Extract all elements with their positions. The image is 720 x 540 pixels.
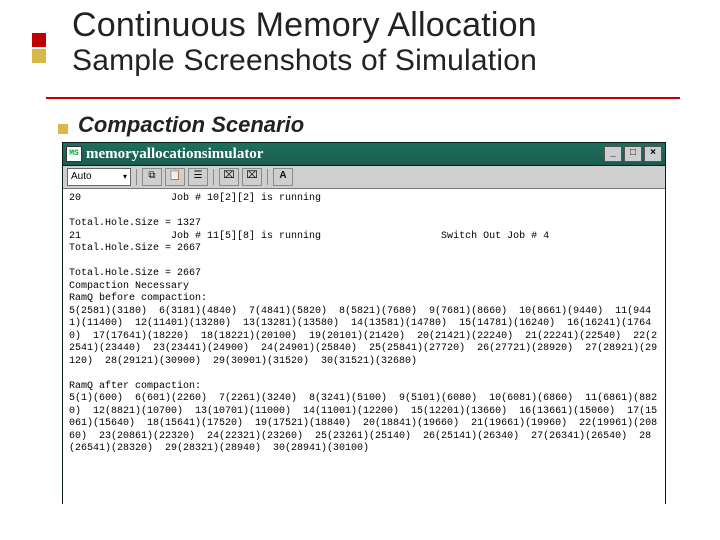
slide: Continuous Memory Allocation Sample Scre… xyxy=(0,0,720,540)
view2-icon[interactable]: ⌧ xyxy=(242,168,262,186)
window-title: memoryallocationsimulator xyxy=(86,146,600,163)
title-main: Continuous Memory Allocation xyxy=(72,6,692,44)
view1-icon[interactable]: ⌧ xyxy=(219,168,239,186)
title-rule xyxy=(46,97,680,99)
title-sub: Sample Screenshots of Simulation xyxy=(72,44,692,78)
simulator-window: MS memoryallocationsimulator _ □ × Auto … xyxy=(62,142,666,504)
minimize-button[interactable]: _ xyxy=(604,146,622,162)
font-icon[interactable]: A xyxy=(273,168,293,186)
combo-value: Auto xyxy=(71,169,92,185)
bullet-square xyxy=(58,124,68,134)
app-icon: MS xyxy=(66,146,82,162)
accent-square-bottom xyxy=(32,49,46,63)
paste-icon[interactable]: 📋 xyxy=(165,168,185,186)
copy-icon[interactable]: ⧉ xyxy=(142,168,162,186)
font-size-combo[interactable]: Auto ▾ xyxy=(67,168,131,186)
close-button[interactable]: × xyxy=(644,146,662,162)
accent-square-top xyxy=(32,33,46,47)
maximize-button[interactable]: □ xyxy=(624,146,642,162)
window-titlebar: MS memoryallocationsimulator _ □ × xyxy=(63,143,665,166)
properties-icon[interactable]: ☰ xyxy=(188,168,208,186)
terminal-output: 20 Job # 10[2][2] is running Total.Hole.… xyxy=(63,189,665,505)
scenario-label: Compaction Scenario xyxy=(78,112,304,138)
toolbar-separator xyxy=(136,169,137,185)
toolbar: Auto ▾ ⧉ 📋 ☰ ⌧ ⌧ A xyxy=(63,166,665,189)
window-buttons: _ □ × xyxy=(604,146,662,162)
toolbar-separator xyxy=(213,169,214,185)
toolbar-separator xyxy=(267,169,268,185)
title-block: Continuous Memory Allocation Sample Scre… xyxy=(72,6,692,78)
chevron-down-icon: ▾ xyxy=(123,169,127,185)
